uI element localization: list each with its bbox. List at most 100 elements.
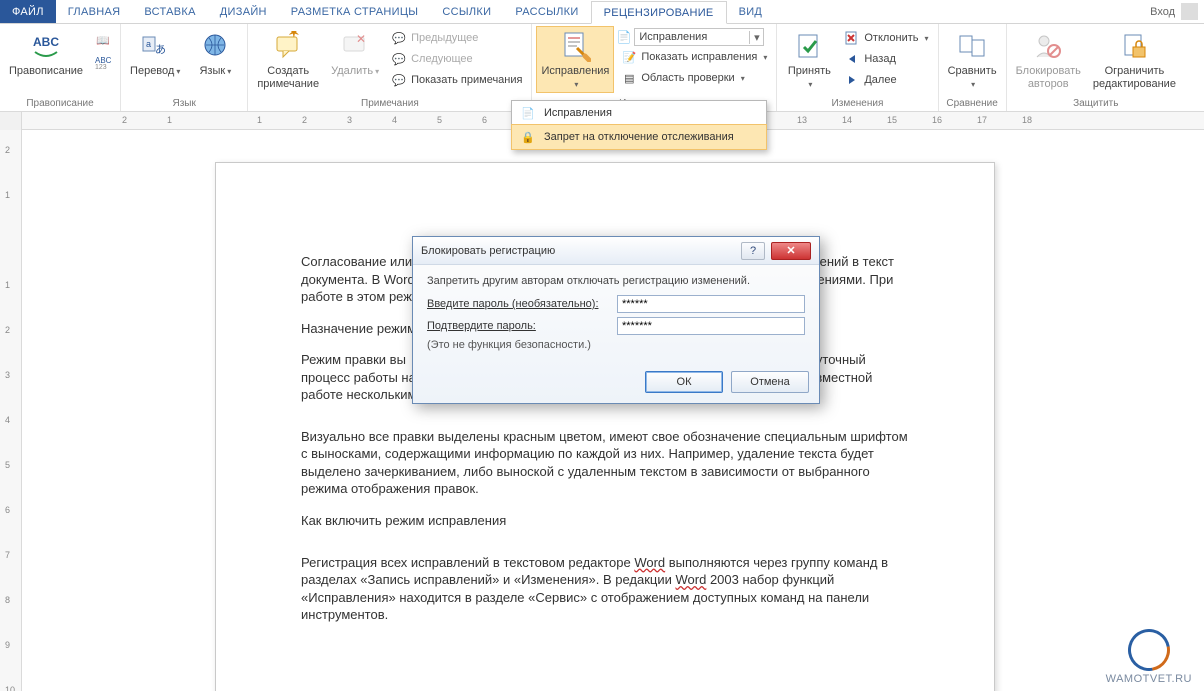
spelling-label: Правописание bbox=[9, 65, 83, 78]
comments-show-icon: 💬 bbox=[391, 72, 407, 88]
count-icon: ABC123 bbox=[95, 53, 111, 69]
group-protect-label: Защитить bbox=[1011, 96, 1181, 111]
ok-button[interactable]: ОК bbox=[645, 371, 723, 393]
delete-comment-button[interactable]: ✕ Удалить▾ bbox=[326, 26, 384, 81]
reviewing-pane-button[interactable]: ▤Область проверки▾ bbox=[616, 68, 772, 88]
watermark-logo-icon bbox=[1120, 621, 1178, 679]
compare-icon bbox=[957, 29, 987, 63]
watermark: WAMOTVET.RU bbox=[1106, 629, 1192, 685]
dialog-titlebar[interactable]: Блокировать регистрацию ? ✕ bbox=[413, 237, 819, 265]
block-authors-button[interactable]: Блокировать авторов bbox=[1011, 26, 1086, 93]
restrict-editing-button[interactable]: Ограничить редактирование bbox=[1088, 26, 1181, 93]
dropdown-item-track[interactable]: 📄 Исправления bbox=[512, 101, 766, 125]
translate-label: Перевод▾ bbox=[130, 65, 180, 78]
book-icon: 📖 bbox=[95, 32, 111, 48]
tab-review[interactable]: РЕЦЕНЗИРОВАНИЕ bbox=[591, 1, 727, 24]
thesaurus-button[interactable]: 📖 bbox=[90, 30, 116, 50]
group-protect: Блокировать авторов Ограничить редактиро… bbox=[1007, 24, 1185, 111]
next-change-button[interactable]: Далее bbox=[839, 70, 933, 90]
dropdown-item-lock[interactable]: 🔒 Запрет на отключение отслеживания bbox=[511, 124, 767, 150]
comment-delete-icon: ✕ bbox=[340, 29, 370, 63]
sign-in[interactable]: Вход bbox=[1144, 0, 1204, 23]
password-input[interactable] bbox=[617, 295, 805, 313]
tab-insert[interactable]: ВСТАВКА bbox=[132, 0, 207, 23]
confirm-password-input[interactable] bbox=[617, 317, 805, 335]
svg-text:123: 123 bbox=[95, 64, 107, 69]
translate-icon: aあ bbox=[140, 29, 170, 63]
group-tracking: Исправления▾ 📄 Исправления▾ 📝Показать ис… bbox=[532, 24, 777, 111]
comment-new-icon: ✶ bbox=[273, 29, 303, 63]
group-comments-label: Примечания bbox=[252, 96, 527, 111]
spellcheck-icon: ABC bbox=[30, 29, 62, 63]
track-changes-label: Исправления▾ bbox=[541, 65, 609, 90]
block-authors-label: Блокировать авторов bbox=[1016, 65, 1081, 90]
group-proofing-label: Правописание bbox=[4, 96, 116, 111]
tracking-display-icon: 📄 bbox=[616, 29, 632, 45]
accept-button[interactable]: Принять▾ bbox=[781, 26, 837, 93]
pane-icon: ▤ bbox=[621, 70, 637, 86]
globe-icon bbox=[200, 29, 230, 63]
new-comment-label: Создать примечание bbox=[257, 65, 319, 90]
show-comments-button[interactable]: 💬Показать примечания bbox=[386, 70, 527, 90]
language-label: Язык▾ bbox=[199, 65, 231, 78]
svg-text:✕: ✕ bbox=[356, 32, 366, 46]
new-comment-button[interactable]: ✶ Создать примечание bbox=[252, 26, 324, 93]
dialog-note: (Это не функция безопасности.) bbox=[427, 339, 805, 351]
group-compare-label: Сравнение bbox=[943, 96, 1002, 111]
arrow-right-icon bbox=[844, 72, 860, 88]
chevron-down-icon: ▾ bbox=[749, 31, 763, 44]
document-canvas[interactable]: Согласование или редактирование текста п… bbox=[22, 130, 1204, 691]
show-markup-button[interactable]: 📝Показать исправления▾ bbox=[616, 47, 772, 67]
ruler-corner bbox=[0, 112, 22, 130]
svg-text:ABC: ABC bbox=[33, 35, 59, 49]
tab-design[interactable]: ДИЗАЙН bbox=[208, 0, 279, 23]
track-changes-icon bbox=[559, 29, 591, 63]
spelling-button[interactable]: ABC Правописание bbox=[4, 26, 88, 81]
dialog-help-button[interactable]: ? bbox=[741, 242, 765, 260]
ribbon: ABC Правописание 📖 ABC123 Правописание a… bbox=[0, 24, 1204, 112]
tab-mailings[interactable]: РАССЫЛКИ bbox=[503, 0, 590, 23]
accept-label: Принять▾ bbox=[788, 65, 831, 90]
track-small-icon: 📄 bbox=[520, 105, 536, 121]
reject-icon bbox=[844, 30, 860, 46]
tab-view[interactable]: ВИД bbox=[727, 0, 775, 23]
tracking-display-combo[interactable]: Исправления▾ bbox=[634, 28, 764, 46]
translate-button[interactable]: aあ Перевод▾ bbox=[125, 26, 185, 81]
group-language-label: Язык bbox=[125, 96, 243, 111]
cancel-button[interactable]: Отмена bbox=[731, 371, 809, 393]
next-comment-button[interactable]: 💬Следующее bbox=[386, 49, 527, 69]
ruler-vertical: 21123456789101112 bbox=[0, 130, 22, 691]
dialog-close-button[interactable]: ✕ bbox=[771, 242, 811, 260]
tab-home[interactable]: ГЛАВНАЯ bbox=[56, 0, 133, 23]
comment-next-icon: 💬 bbox=[391, 51, 407, 67]
tab-file[interactable]: ФАЙЛ bbox=[0, 0, 56, 23]
doc-paragraph[interactable]: Регистрация всех исправлений в текстовом… bbox=[301, 554, 909, 624]
restrict-label: Ограничить редактирование bbox=[1093, 65, 1176, 90]
group-language: aあ Перевод▾ Язык▾ Язык bbox=[121, 24, 248, 111]
watermark-text: WAMOTVET.RU bbox=[1106, 673, 1192, 685]
wordcount-button[interactable]: ABC123 bbox=[90, 51, 116, 71]
delete-comment-label: Удалить▾ bbox=[331, 65, 379, 78]
tab-references[interactable]: ССЫЛКИ bbox=[430, 0, 503, 23]
compare-button[interactable]: Сравнить▾ bbox=[943, 26, 1002, 93]
reject-button[interactable]: Отклонить▾ bbox=[839, 28, 933, 48]
markup-icon: 📝 bbox=[621, 49, 637, 65]
comment-prev-icon: 💬 bbox=[391, 30, 407, 46]
accept-icon bbox=[794, 29, 824, 63]
language-button[interactable]: Язык▾ bbox=[187, 26, 243, 81]
track-changes-button[interactable]: Исправления▾ bbox=[536, 26, 614, 93]
dialog-title: Блокировать регистрацию bbox=[421, 245, 735, 257]
prev-comment-button[interactable]: 💬Предыдущее bbox=[386, 28, 527, 48]
track-changes-dropdown: 📄 Исправления 🔒 Запрет на отключение отс… bbox=[511, 100, 767, 150]
sign-in-label: Вход bbox=[1150, 6, 1175, 18]
group-changes: Принять▾ Отклонить▾ Назад Далее Изменени… bbox=[777, 24, 938, 111]
doc-paragraph[interactable]: Визуально все правки выделены красным цв… bbox=[301, 428, 909, 498]
group-compare: Сравнить▾ Сравнение bbox=[939, 24, 1007, 111]
lock-icon: 🔒 bbox=[520, 129, 536, 145]
group-changes-label: Изменения bbox=[781, 96, 933, 111]
tab-layout[interactable]: РАЗМЕТКА СТРАНИЦЫ bbox=[279, 0, 431, 23]
group-proofing: ABC Правописание 📖 ABC123 Правописание bbox=[0, 24, 121, 111]
doc-paragraph[interactable]: Как включить режим исправления bbox=[301, 512, 909, 530]
previous-change-button[interactable]: Назад bbox=[839, 49, 933, 69]
restrict-icon bbox=[1119, 29, 1149, 63]
